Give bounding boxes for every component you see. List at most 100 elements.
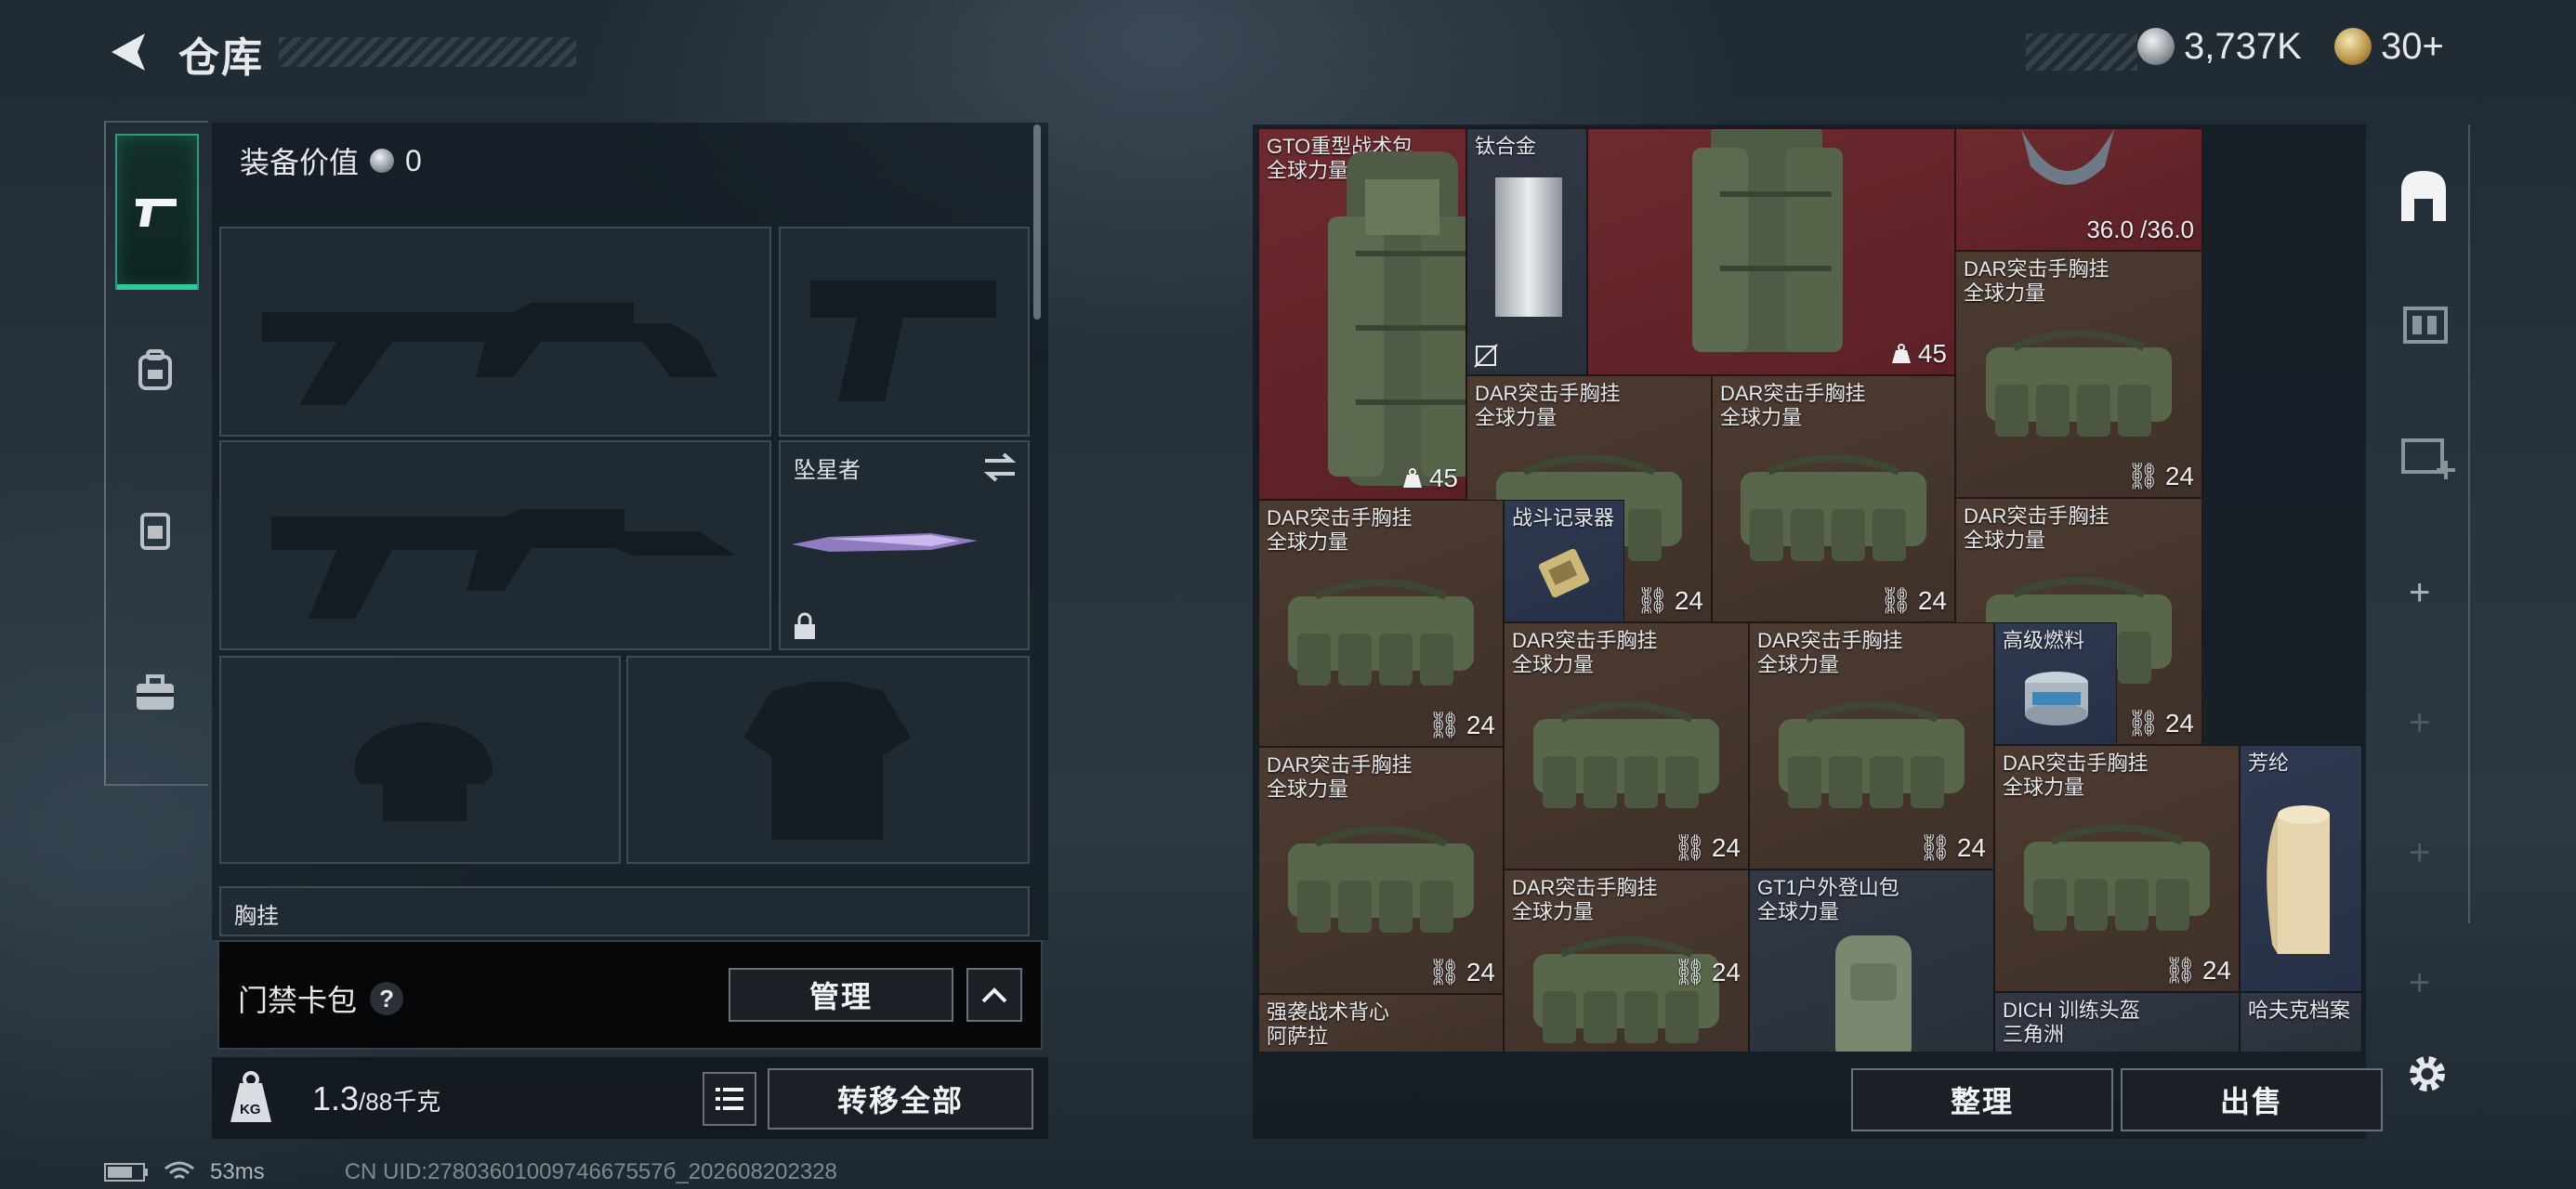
manage-button[interactable]: 管理 [729, 968, 953, 1022]
armor-slot[interactable] [626, 656, 1030, 864]
item-combat-recorder[interactable]: 战斗记录器 [1504, 500, 1624, 622]
aramid-roll-image [2267, 805, 2330, 954]
tab-backpack[interactable] [115, 294, 195, 446]
item-name: 高级燃料 [2003, 629, 2085, 652]
item-tag: 阿萨拉 [1267, 1025, 1329, 1048]
weight-badge-icon [1891, 344, 1911, 363]
primary-weapon-slot[interactable] [219, 227, 771, 437]
silver-currency[interactable]: 3,737K [2137, 22, 2302, 71]
vest-image [1288, 578, 1474, 686]
weight-icon: KG [227, 1070, 275, 1126]
page-title: 仓库 [178, 35, 264, 81]
melee-blade-icon [792, 533, 978, 552]
vest-badge-icon: ⛓ [1673, 958, 1706, 986]
vest-image [1288, 825, 1474, 933]
equipment-value: 装备价值 0 [240, 139, 422, 182]
battery-icon [104, 1163, 148, 1182]
silver-amount: 3,737K [2184, 25, 2302, 67]
item-tag: 全球力量 [1267, 530, 1349, 554]
back-arrow-icon [112, 33, 145, 71]
settings-button[interactable] [2403, 1050, 2451, 1098]
list-icon [716, 1088, 743, 1110]
secondary-weapon-slot[interactable] [779, 227, 1030, 437]
access-card-title: 门禁卡包 ? [238, 977, 404, 1020]
sell-button[interactable]: 出售 [2121, 1068, 2383, 1131]
vest-image [1533, 935, 1719, 1043]
chest-rig-label: 胸挂 [234, 904, 279, 929]
help-icon[interactable]: ? [370, 982, 404, 1015]
item-dar-vest[interactable]: DAR突击手胸挂 全球力量 ⛓ 24 [1994, 745, 2240, 992]
equipment-value-amount: 0 [405, 143, 422, 177]
item-dar-vest[interactable]: DAR突击手胸挂 全球力量 ⛓ 24 [1504, 869, 1749, 1052]
tab-vest[interactable] [115, 453, 195, 606]
item-count: 45 [1917, 339, 1947, 368]
gold-coin-icon [2334, 28, 2372, 65]
storage-sidebar [2379, 124, 2470, 923]
item-dar-vest[interactable]: DAR突击手胸挂 全球力量 ⛓ 24 [1258, 500, 1504, 747]
melee-slot[interactable]: 坠星者 [779, 440, 1030, 650]
back-button[interactable] [104, 28, 152, 76]
helmet-slot[interactable] [219, 656, 621, 864]
add-slot-plus-icon[interactable]: + [2409, 572, 2430, 614]
silver-coin-icon [2137, 28, 2175, 65]
swap-icon[interactable] [981, 451, 1019, 483]
chest-rig-slot[interactable]: 胸挂 [219, 886, 1030, 936]
item-gto-pack[interactable]: GTO重型战术包 全球力量 45 [1258, 128, 1466, 500]
container-tab[interactable] [2399, 294, 2451, 347]
add-slot-plus-icon[interactable]: + [2409, 832, 2430, 874]
toolbox-icon [137, 674, 174, 710]
item-heavy-pack[interactable]: 45 [1587, 128, 1955, 375]
item-hafk-archive[interactable]: 哈夫克档案 [2240, 992, 2362, 1052]
item-name: DAR突击手胸挂 [2003, 751, 2149, 775]
tab-supplies[interactable] [115, 617, 195, 769]
kg-icon-text: KG [240, 1102, 261, 1117]
item-count: 45 [1428, 464, 1458, 492]
item-dar-vest[interactable]: DAR突击手胸挂 全球力量 ⛓ 24 [1258, 747, 1504, 994]
sort-button[interactable]: 整理 [1851, 1068, 2113, 1131]
pistol-silhouette-icon [810, 281, 996, 401]
title-decoration [279, 37, 576, 67]
transfer-all-button[interactable]: 转移全部 [768, 1068, 1033, 1130]
item-premium-fuel[interactable]: 高级燃料 [1994, 622, 2117, 745]
no-trade-icon [1474, 344, 1498, 368]
status-bar: 53ms CN UID:2780360100974667557б_2026082… [104, 1159, 837, 1185]
currency-decoration [2026, 33, 2137, 71]
vest-image [1533, 700, 1719, 808]
gold-currency[interactable]: 30+ [2334, 22, 2444, 71]
expand-button[interactable] [966, 968, 1022, 1022]
item-tag: 全球力量 [1720, 406, 1803, 429]
item-dich-helmet[interactable]: DICH 训练头盔 三角洲 [1994, 992, 2240, 1052]
item-gt1-pack[interactable]: GT1户外登山包 全球力量 [1749, 869, 1994, 1052]
lock-icon [795, 612, 815, 639]
stash-grid: GTO重型战术包 全球力量 45 钛合金 45 36.0 /36.0 DAR突击… [1258, 128, 2366, 1052]
item-assault-vest[interactable]: 强袭战术背心 阿萨拉 [1258, 994, 1504, 1052]
wifi-icon [164, 1161, 194, 1180]
secondary-primary-slot[interactable] [219, 440, 771, 650]
item-aramid[interactable]: 芳纶 [2240, 745, 2362, 992]
item-name: 强袭战术背心 [1267, 1000, 1390, 1024]
equipment-scrollbar[interactable] [1033, 124, 1041, 320]
item-dar-vest[interactable]: DAR突击手胸挂 全球力量 ⛓ 24 [1712, 375, 1955, 622]
item-tag: 三角洲 [2003, 1023, 2065, 1046]
item-titanium[interactable]: 钛合金 [1466, 128, 1587, 375]
tab-weapons[interactable] [115, 134, 199, 290]
item-name: DAR突击手胸挂 [1267, 506, 1413, 529]
backpack-image [1692, 129, 1843, 352]
item-tag: 全球力量 [1964, 529, 2046, 552]
vest-image [1986, 329, 2172, 437]
stash-tab[interactable] [2396, 165, 2451, 225]
item-tag: 全球力量 [1512, 900, 1595, 923]
vest-badge-icon: ⛓ [1636, 586, 1669, 615]
add-slot-plus-icon[interactable]: + [2409, 962, 2430, 1004]
add-slot-plus-icon[interactable]: + [2409, 702, 2430, 744]
item-helmet[interactable]: 36.0 /36.0 [1955, 128, 2202, 251]
add-container-button[interactable] [2399, 427, 2457, 481]
pistol-icon [136, 199, 177, 227]
item-dar-vest[interactable]: DAR突击手胸挂 全球力量 ⛓ 24 [1504, 622, 1749, 869]
vest-image [2024, 823, 2210, 931]
item-count: 24 [1674, 585, 1703, 615]
helmet-image [2021, 129, 2114, 185]
list-view-button[interactable] [703, 1072, 756, 1126]
item-dar-vest[interactable]: DAR突击手胸挂 全球力量 ⛓ 24 [1749, 622, 1994, 869]
item-dar-vest[interactable]: DAR突击手胸挂 全球力量 ⛓ 24 [1955, 251, 2202, 498]
